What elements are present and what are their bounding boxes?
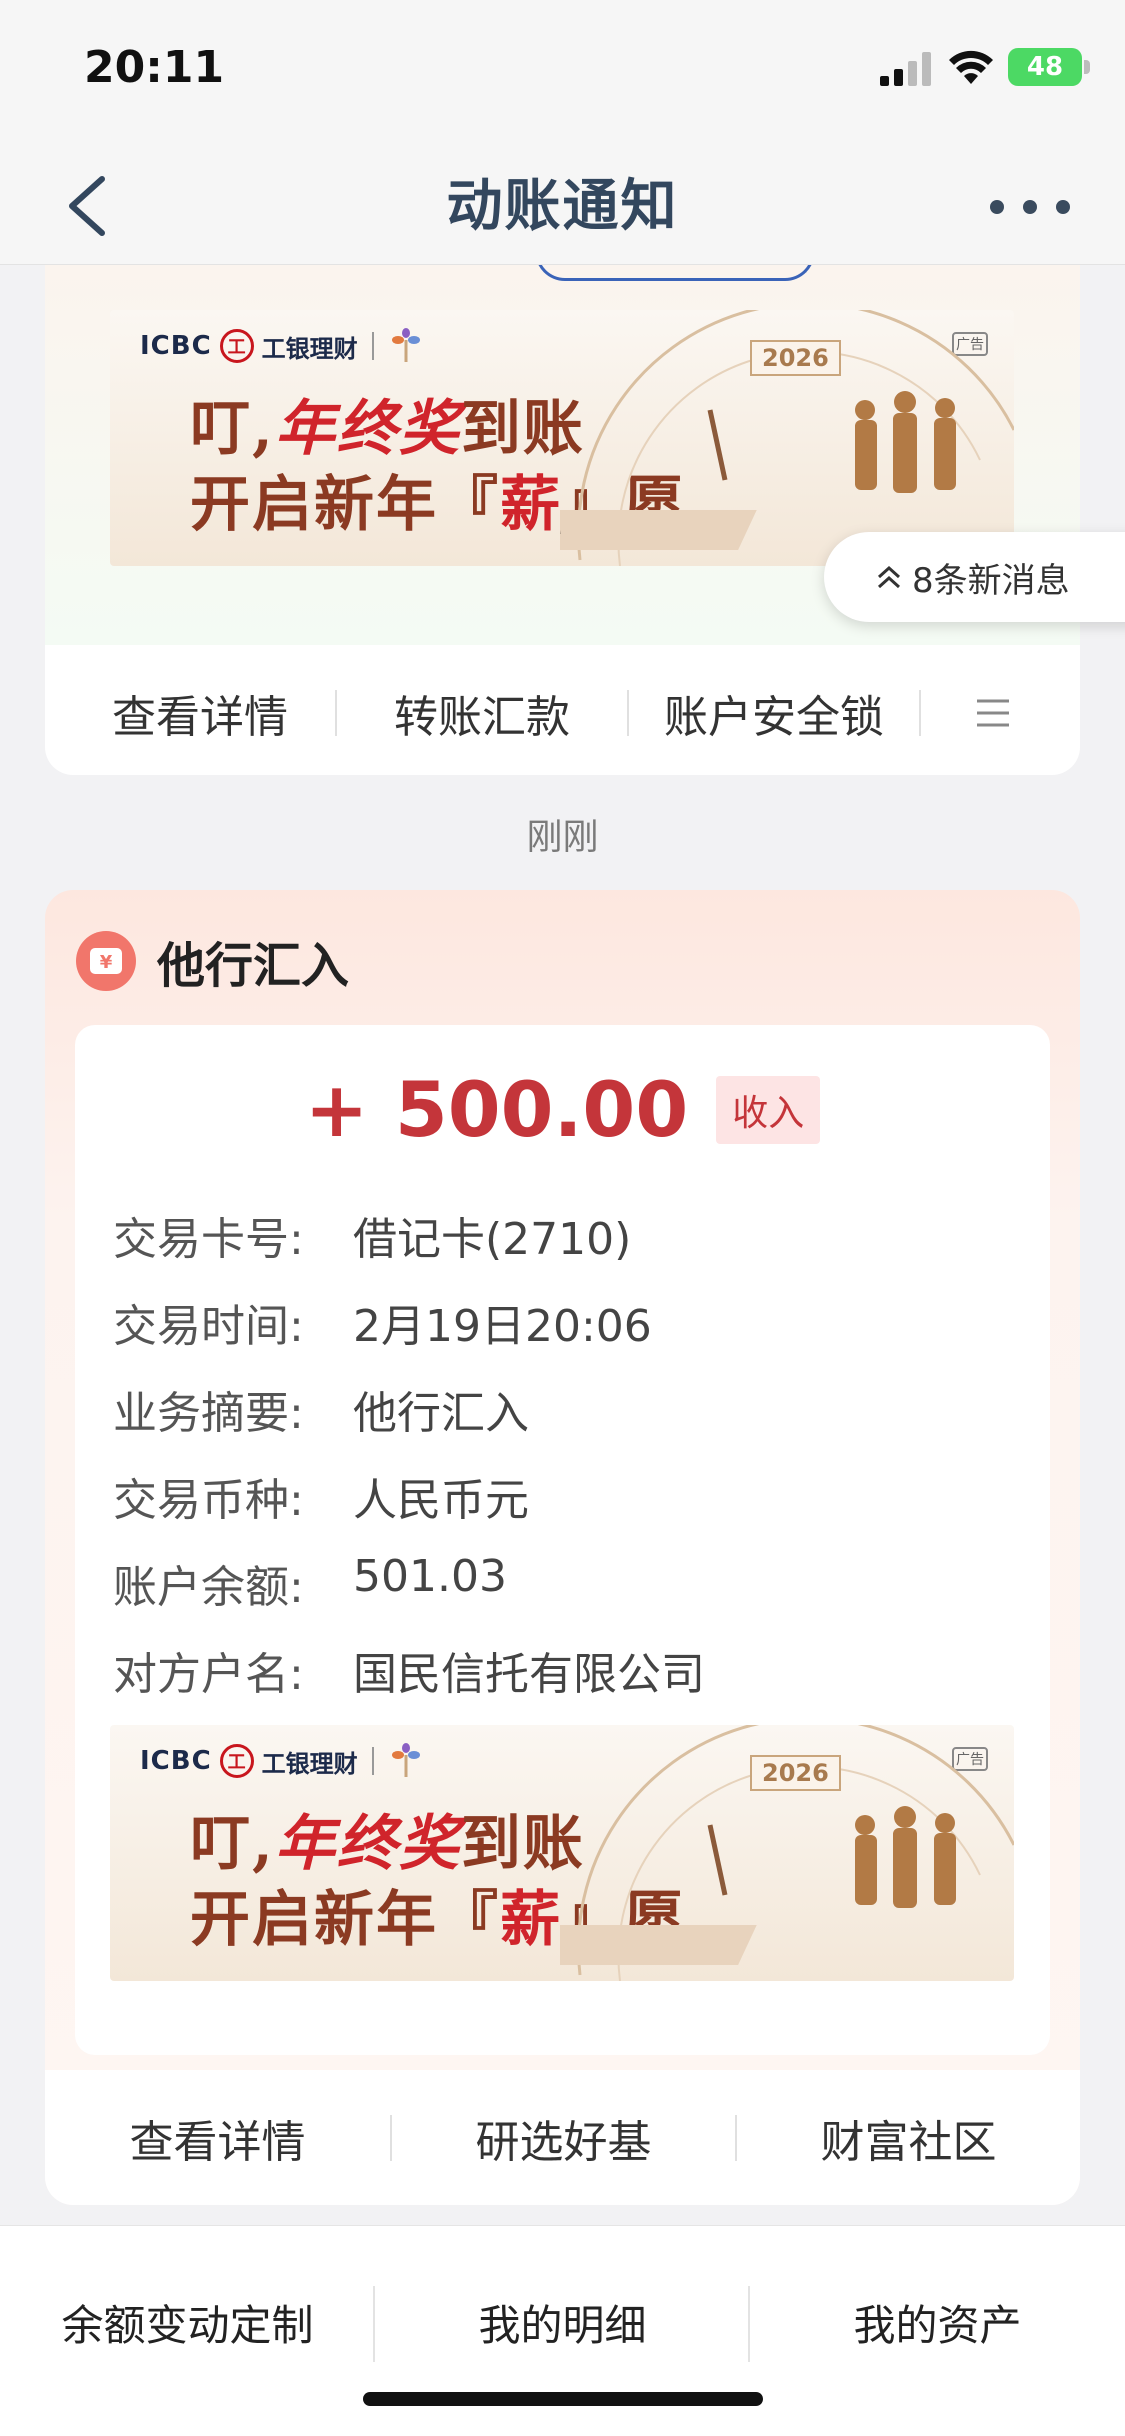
- detail-row-counterparty: 对方户名: 国民信托有限公司: [113, 1638, 705, 1702]
- detail-label: 业务摘要:: [113, 1388, 304, 1439]
- banner-headline-1: 叮,年终奖到账: [190, 1795, 585, 1882]
- view-details-button[interactable]: 查看详情: [65, 681, 335, 745]
- tab-balance-alert[interactable]: 余额变动定制: [0, 2292, 375, 2353]
- top-card-actions: 查看详情 转账汇款 账户安全锁: [45, 650, 1080, 775]
- banner-year: 2026: [750, 340, 841, 376]
- icbc-logo: ICBC: [140, 331, 212, 361]
- detail-label: 交易时间:: [113, 1301, 304, 1352]
- headline-2-prefix: 开启新年『: [190, 470, 500, 540]
- wealth-community-button[interactable]: 财富社区: [737, 2106, 1080, 2170]
- detail-value: 借记卡(2710): [353, 1214, 632, 1265]
- transaction-header: ¥ 他行汇入: [75, 926, 349, 996]
- brand-separator: [371, 332, 374, 360]
- chevron-up-icon: [877, 565, 901, 589]
- card-pill-remnant: [535, 265, 815, 281]
- headline-1-prefix: 叮,: [190, 1809, 275, 1879]
- menu-icon[interactable]: [973, 696, 1013, 730]
- headline-1-highlight: 年终奖: [274, 394, 461, 464]
- brand-name: 工银理财: [261, 1749, 358, 1778]
- more-icon[interactable]: [990, 197, 1070, 217]
- transaction-details-panel: + 500.00 收入 交易卡号: 借记卡(2710) 交易时间: 2月19日2…: [75, 1025, 1050, 2055]
- detail-row-summary: 业务摘要: 他行汇入: [113, 1377, 529, 1441]
- svg-text:¥: ¥: [100, 952, 113, 973]
- detail-label: 对方户名:: [113, 1649, 304, 1700]
- icbc-logo: ICBC: [140, 1746, 212, 1776]
- transaction-amount: + 500.00: [304, 1065, 689, 1154]
- transaction-title: 他行汇入: [157, 938, 350, 994]
- status-time: 20:11: [84, 42, 225, 93]
- banner-logo: ICBC 工 工银理财: [140, 1743, 424, 1779]
- detail-value: 2月19日20:06: [353, 1301, 652, 1352]
- timestamp-label: 刚刚: [526, 817, 599, 858]
- status-bar: 20:11 48: [0, 0, 1125, 135]
- battery-level: 48: [1026, 52, 1064, 82]
- income-badge: 收入: [716, 1075, 821, 1144]
- nav-bar: 动账通知: [0, 135, 1125, 265]
- leaf-icon: [391, 328, 420, 362]
- battery-indicator: 48: [1008, 48, 1082, 86]
- signal-icon: [880, 52, 931, 86]
- headline-1-prefix: 叮,: [190, 394, 275, 464]
- banner-logo: ICBC 工 工银理财: [140, 328, 424, 364]
- detail-value: 501.03: [353, 1551, 507, 1602]
- headline-2-highlight: 薪: [500, 470, 562, 540]
- view-details-button[interactable]: 查看详情: [45, 2106, 390, 2170]
- detail-row-balance: 账户余额: 501.03: [113, 1551, 507, 1615]
- ad-banner-2[interactable]: ICBC 工 工银理财 广告 叮,年终奖到账 开启新年『薪』愿 2026: [110, 1725, 1014, 1981]
- brand-separator: [371, 1747, 374, 1775]
- icbc-seal-icon: 工: [219, 1744, 254, 1778]
- detail-row-time: 交易时间: 2月19日20:06: [113, 1290, 652, 1354]
- detail-row-card: 交易卡号: 借记卡(2710): [113, 1203, 631, 1267]
- account-lock-button[interactable]: 账户安全锁: [629, 681, 919, 745]
- brand-name: 工银理财: [261, 334, 358, 363]
- detail-value: 人民币元: [353, 1475, 529, 1526]
- tab-my-details[interactable]: 我的明细: [375, 2292, 750, 2353]
- detail-label: 账户余额:: [113, 1562, 304, 1613]
- action-divider: [919, 689, 921, 736]
- detail-row-currency: 交易币种: 人民币元: [113, 1464, 529, 1528]
- yuan-icon: ¥: [76, 931, 136, 991]
- transaction-actions: 查看详情 研选好基 财富社区: [45, 2070, 1080, 2205]
- detail-value: 国民信托有限公司: [353, 1649, 705, 1700]
- new-messages-label: 8条新消息: [912, 560, 1070, 601]
- banner-headline-1: 叮,年终奖到账: [190, 380, 585, 467]
- ad-banner[interactable]: ICBC 工 工银理财 广告 叮,年终奖到账 开启新年『薪』愿 2026: [110, 310, 1014, 566]
- detail-value: 他行汇入: [353, 1388, 529, 1439]
- battery-cap: [1084, 60, 1090, 74]
- page-title: 动账通知: [446, 174, 679, 239]
- transfer-button[interactable]: 转账汇款: [337, 681, 627, 745]
- headline-1-highlight: 年终奖: [274, 1809, 461, 1879]
- previous-notice-card: ICBC 工 工银理财 广告 叮,年终奖到账 开启新年『薪』愿 2026 查看详…: [45, 265, 1080, 775]
- home-indicator: [363, 2392, 763, 2406]
- amount-row: + 500.00 收入: [75, 1065, 1050, 1154]
- icbc-seal-icon: 工: [219, 329, 254, 363]
- detail-label: 交易币种:: [113, 1475, 304, 1526]
- transaction-card: ¥ 他行汇入 + 500.00 收入 交易卡号: 借记卡(2710) 交易时间:…: [45, 890, 1080, 2205]
- tab-my-assets[interactable]: 我的资产: [750, 2292, 1125, 2353]
- headline-2-highlight: 薪: [500, 1885, 562, 1955]
- headline-2-prefix: 开启新年『: [190, 1885, 500, 1955]
- leaf-icon: [391, 1743, 420, 1777]
- fund-select-button[interactable]: 研选好基: [392, 2106, 735, 2170]
- new-messages-button[interactable]: 8条新消息: [824, 532, 1125, 622]
- detail-label: 交易卡号:: [113, 1214, 304, 1265]
- banner-year: 2026: [750, 1755, 841, 1791]
- wifi-icon: [949, 50, 993, 84]
